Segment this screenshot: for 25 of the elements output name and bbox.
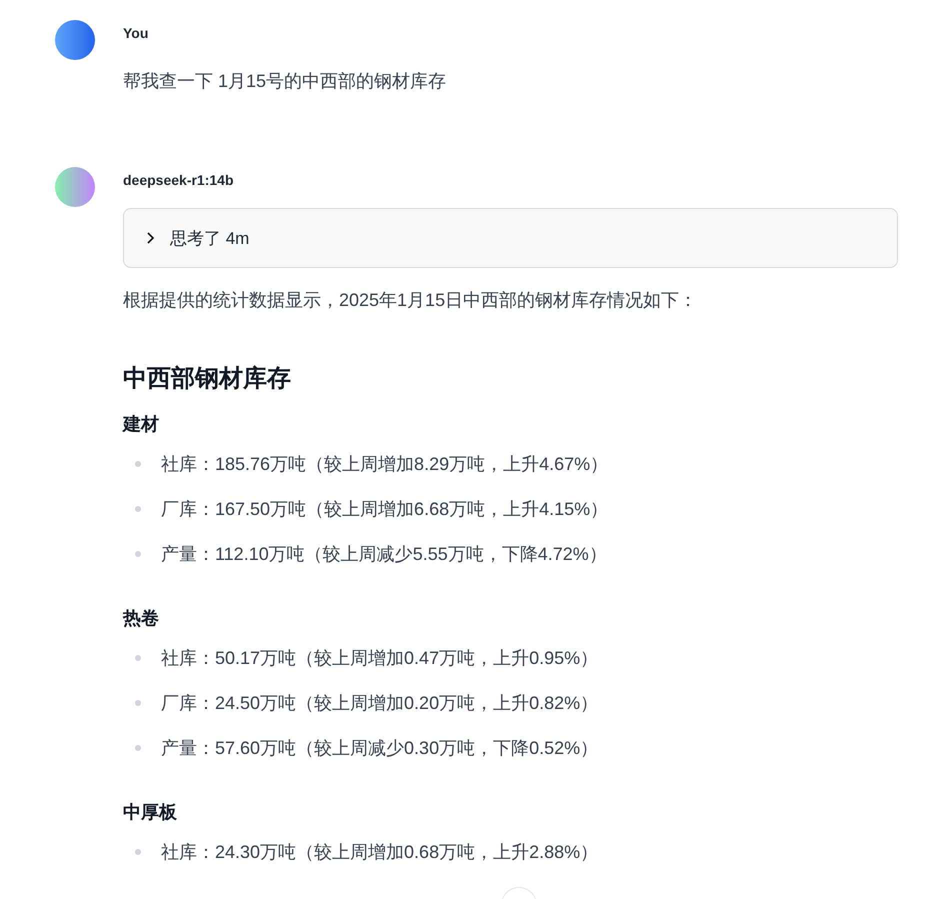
list-item: 社库：185.76万吨（较上周增加8.29万吨，上升4.67%） — [161, 453, 608, 476]
list-item: 产量：57.60万吨（较上周减少0.30万吨，下降0.52%） — [161, 737, 598, 760]
subsection-heading: 建材 — [123, 413, 159, 436]
section-heading: 中西部钢材库存 — [123, 364, 291, 394]
subsection-heading: 中厚板 — [123, 801, 177, 824]
author-name: deepseek-r1:14b — [123, 172, 234, 188]
user-avatar — [55, 20, 95, 60]
bullet — [135, 506, 141, 512]
assistant-avatar — [55, 167, 95, 207]
bullet — [135, 461, 141, 467]
list-item: 社库：50.17万吨（较上周增加0.47万吨，上升0.95%） — [161, 647, 598, 670]
bullet — [135, 700, 141, 706]
subsection-heading: 热卷 — [123, 607, 159, 630]
bullet — [135, 655, 141, 661]
list-item: 厂库：24.50万吨（较上周增加0.20万吨，上升0.82%） — [161, 692, 598, 715]
message-text: 帮我查一下 1月15号的中西部的钢材库存 — [123, 70, 446, 93]
thinking-toggle[interactable]: 思考了 4m — [123, 208, 898, 268]
author-name: You — [123, 25, 148, 41]
list-item: 社库：24.30万吨（较上周增加0.68万吨，上升2.88%） — [161, 841, 598, 864]
bullet — [135, 849, 141, 855]
message-text: 根据提供的统计数据显示，2025年1月15日中西部的钢材库存情况如下： — [123, 289, 698, 312]
bullet — [135, 551, 141, 557]
bullet — [135, 745, 141, 751]
list-item: 厂库：167.50万吨（较上周增加6.68万吨，上升4.15%） — [161, 498, 608, 521]
list-item: 产量：112.10万吨（较上周减少5.55万吨，下降4.72%） — [161, 543, 607, 566]
